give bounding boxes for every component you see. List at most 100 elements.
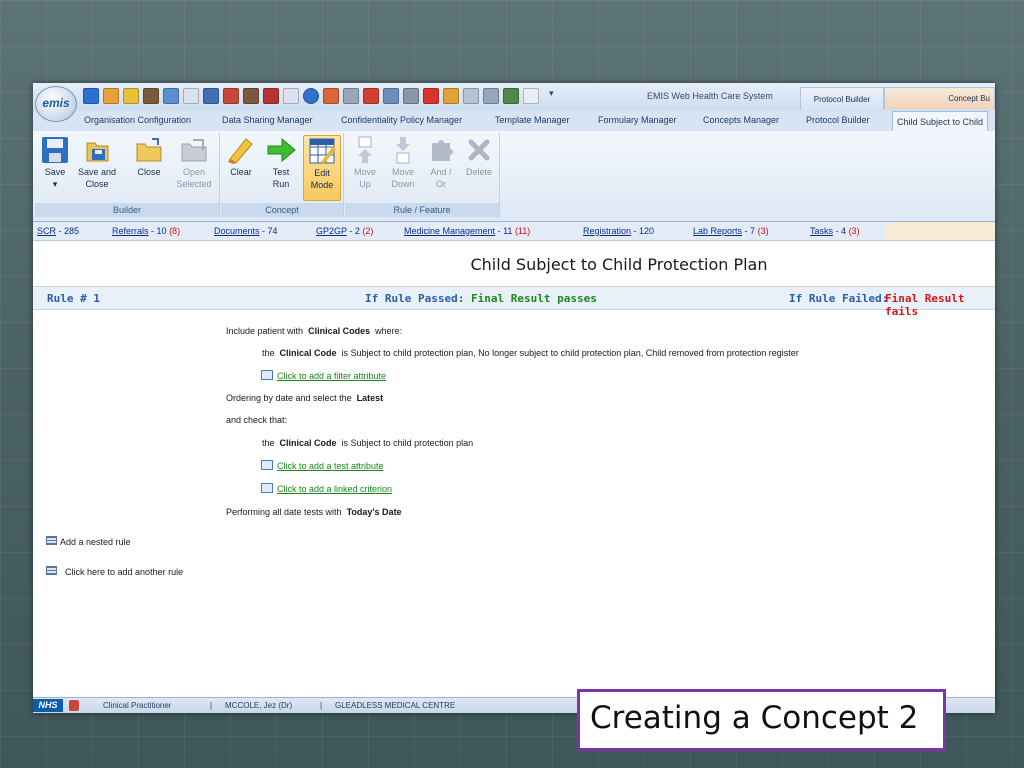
- add-linked-criterion-link[interactable]: Click to add a linked criterion: [261, 483, 392, 494]
- tab-concepts-manager[interactable]: Concepts Manager: [703, 115, 779, 125]
- tab-template-manager[interactable]: Template Manager: [495, 115, 570, 125]
- move-down-button[interactable]: Move Down: [385, 135, 421, 189]
- refresh-icon[interactable]: [203, 88, 219, 104]
- save-button[interactable]: Save ▾: [37, 135, 73, 189]
- title-bar: emis ▾ EMIS Web Health Care System Proto…: [33, 83, 995, 122]
- close-button[interactable]: Close: [131, 135, 167, 177]
- floppy-disk-icon: [40, 135, 70, 165]
- save-dropdown-icon[interactable]: ▾: [37, 179, 73, 189]
- add-test-attribute-link[interactable]: Click to add a test attribute: [261, 460, 384, 471]
- add-another-rule-link[interactable]: Click here to add another rule: [46, 566, 183, 577]
- emis-logo-button[interactable]: emis: [35, 86, 77, 122]
- rule-passed-value[interactable]: Final Result passes: [471, 292, 597, 305]
- close-label: Close: [137, 167, 161, 177]
- rule-failed-label: If Rule Failed:: [789, 292, 889, 305]
- bottle-icon[interactable]: [363, 88, 379, 104]
- grid-icon[interactable]: [503, 88, 519, 104]
- emis-logo-text: emis: [42, 96, 70, 110]
- organisation-name: GLEADLESS MEDICAL CENTRE: [335, 701, 456, 710]
- document-icon[interactable]: [183, 88, 199, 104]
- rule-header: Rule # 1 If Rule Passed: Final Result pa…: [33, 286, 995, 318]
- add-filter-attribute-link[interactable]: Click to add a filter attribute: [261, 370, 386, 381]
- move-down-label-1: Move: [391, 167, 414, 177]
- check-that-label: and check that:: [226, 415, 288, 425]
- add-rule-icon: [46, 566, 57, 575]
- qat-dropdown-icon[interactable]: ▾: [549, 88, 554, 106]
- rule-failed-value[interactable]: Final Result fails: [885, 292, 995, 318]
- status-link-gp2gp[interactable]: GP2GP - 2 (2): [316, 226, 373, 236]
- edit-mode-label-2: Mode: [310, 180, 334, 190]
- status-link-tasks[interactable]: Tasks - 4 (3): [810, 226, 860, 236]
- add-criterion-icon: [261, 483, 273, 493]
- context-tab-protocol-builder[interactable]: Protocol Builder: [800, 87, 884, 110]
- ribbon-group-rule-feature: Move Up Move Down And / Or Delete Rule /…: [345, 133, 500, 217]
- include-criterion[interactable]: Include patient with Clinical Codes wher…: [226, 326, 402, 336]
- home-icon[interactable]: [103, 88, 119, 104]
- tab-child-subject[interactable]: Child Subject to Child: [892, 111, 989, 132]
- delete-button[interactable]: Delete: [461, 135, 497, 177]
- open-folder-icon: [179, 135, 209, 165]
- check-icon[interactable]: [423, 88, 439, 104]
- clear-button[interactable]: Clear: [223, 135, 259, 177]
- move-up-button[interactable]: Move Up: [347, 135, 383, 189]
- nhs-logo: NHS: [33, 699, 63, 712]
- ordering-criterion[interactable]: Ordering by date and select the Latest: [226, 393, 383, 403]
- status-link-scr[interactable]: SCR - 285: [37, 226, 79, 236]
- gear-icon[interactable]: [483, 88, 499, 104]
- printer-icon[interactable]: [403, 88, 419, 104]
- save-and-close-button[interactable]: Save and Close: [77, 135, 117, 189]
- rule-number[interactable]: Rule # 1: [47, 292, 100, 305]
- builder-group-label: Builder: [35, 203, 219, 217]
- status-link-medicine-management[interactable]: Medicine Management - 11 (11): [404, 226, 530, 236]
- open-selected-label-1: Open: [182, 167, 206, 177]
- database-icon[interactable]: [343, 88, 359, 104]
- ribbon-group-builder: Save ▾ Save and Close Close Open Selecte…: [35, 133, 220, 217]
- group-icon[interactable]: [243, 88, 259, 104]
- clipboard-icon[interactable]: [523, 88, 539, 104]
- notes-icon[interactable]: [283, 88, 299, 104]
- users-icon[interactable]: [443, 88, 459, 104]
- status-link-referrals[interactable]: Referrals - 10 (8): [112, 226, 180, 236]
- people-icon[interactable]: [143, 88, 159, 104]
- open-selected-label-2: Selected: [176, 179, 212, 189]
- status-link-registration[interactable]: Registration - 120: [583, 226, 654, 236]
- separator: |: [210, 701, 213, 710]
- forward-icon[interactable]: [463, 88, 479, 104]
- edit-mode-button[interactable]: Edit Mode: [303, 135, 341, 201]
- back-icon[interactable]: [83, 88, 99, 104]
- save-close-icon: [82, 135, 112, 165]
- green-arrow-icon: [266, 135, 296, 165]
- smartcard-icon: [69, 700, 79, 711]
- app-title: EMIS Web Health Care System: [647, 91, 773, 101]
- edit-grid-icon: [307, 136, 337, 166]
- tab-organisation-configuration[interactable]: Organisation Configuration: [84, 115, 191, 125]
- report-icon[interactable]: [383, 88, 399, 104]
- asterisk-icon[interactable]: [223, 88, 239, 104]
- test-run-label-2: Run: [272, 179, 290, 189]
- test-run-button[interactable]: Test Run: [263, 135, 299, 189]
- clinical-code-test[interactable]: the Clinical Code is Subject to child pr…: [262, 438, 473, 448]
- tab-formulary-manager[interactable]: Formulary Manager: [598, 115, 677, 125]
- move-down-label-2: Down: [391, 179, 415, 189]
- and-or-label-1: And /: [430, 167, 452, 177]
- edit-mode-label-1: Edit: [314, 168, 330, 178]
- tab-data-sharing-manager[interactable]: Data Sharing Manager: [222, 115, 313, 125]
- ribbon-group-concept: Clear Test Run Edit Mode Concept: [221, 133, 344, 217]
- status-link-documents[interactable]: Documents - 74: [214, 226, 278, 236]
- tab-confidentiality-policy-manager[interactable]: Confidentiality Policy Manager: [341, 115, 462, 125]
- tab-protocol-builder[interactable]: Protocol Builder: [806, 115, 870, 125]
- and-or-button[interactable]: And / Or: [423, 135, 459, 189]
- move-up-label-2: Up: [359, 179, 371, 189]
- syringe-icon[interactable]: [323, 88, 339, 104]
- calendar-icon[interactable]: [263, 88, 279, 104]
- pencil-icon[interactable]: [123, 88, 139, 104]
- separator: |: [320, 701, 323, 710]
- status-link-lab-reports[interactable]: Lab Reports - 7 (3): [693, 226, 769, 236]
- open-selected-button[interactable]: Open Selected: [173, 135, 215, 189]
- context-tab-concept-builder[interactable]: Concept Bu: [884, 87, 995, 109]
- add-nested-rule-link[interactable]: Add a nested rule: [46, 536, 131, 547]
- date-tests-setting[interactable]: Performing all date tests with Today's D…: [226, 507, 402, 517]
- clinical-code-filter[interactable]: the Clinical Code is Subject to child pr…: [262, 348, 799, 358]
- card-icon[interactable]: [163, 88, 179, 104]
- info-icon[interactable]: [303, 88, 319, 104]
